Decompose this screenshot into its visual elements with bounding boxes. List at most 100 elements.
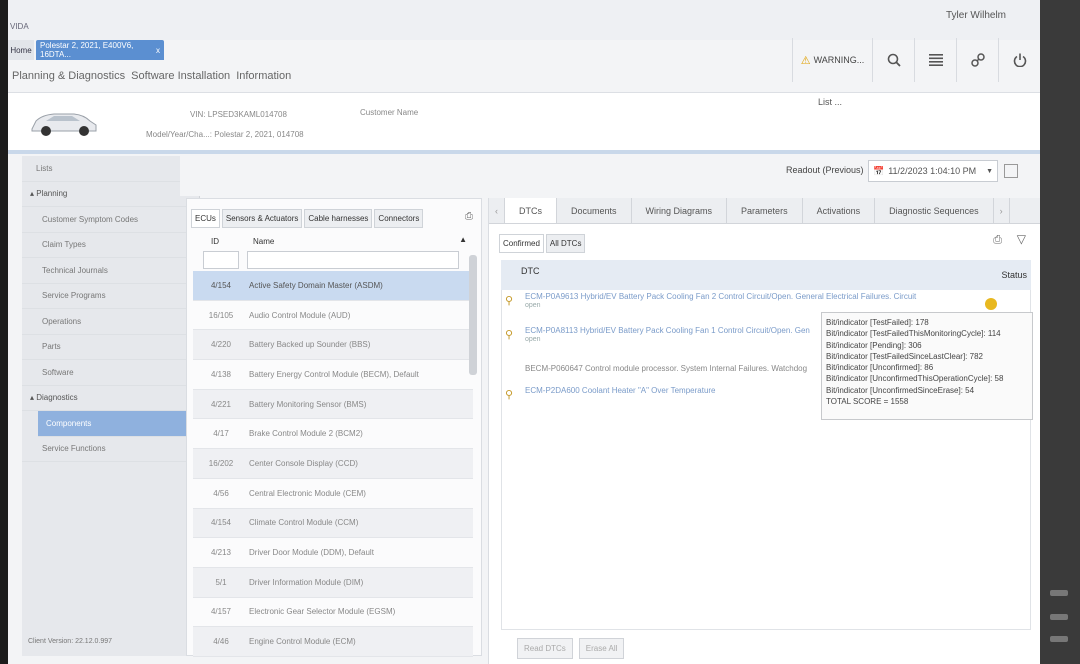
column-dtc[interactable]: DTC: [521, 266, 540, 276]
sidebar-item-customer-symptom-codes[interactable]: Customer Symptom Codes: [22, 207, 199, 233]
ecu-list: 4/154 Active Safety Domain Master (ASDM) …: [193, 271, 473, 657]
tab-parameters[interactable]: Parameters: [727, 198, 803, 223]
monitor-button[interactable]: [1050, 636, 1068, 642]
print-icon[interactable]: ⎙: [993, 234, 1002, 247]
ecu-id: 4/154: [210, 280, 232, 290]
sidebar-item-components[interactable]: Components: [38, 411, 199, 437]
monitor-button[interactable]: [1050, 614, 1068, 620]
dtc-type-icon: ⚲: [505, 329, 514, 341]
tab-confirmed[interactable]: Confirmed: [499, 234, 544, 253]
column-name[interactable]: Name: [253, 237, 274, 246]
table-row[interactable]: 16/105 Audio Control Module (AUD): [193, 301, 473, 331]
sidebar-item-claim-types[interactable]: Claim Types: [22, 233, 199, 258]
table-row[interactable]: 4/213 Driver Door Module (DDM), Default: [193, 538, 473, 568]
column-status[interactable]: Status: [1001, 270, 1027, 280]
client-version: Client Version: 22.12.0.997: [28, 638, 113, 645]
tab-cable-harnesses[interactable]: Cable harnesses: [304, 209, 373, 228]
nav-software-installation[interactable]: Software Installation: [131, 70, 230, 82]
search-button[interactable]: [872, 38, 914, 82]
monitor-button[interactable]: [1050, 590, 1068, 596]
tab-all-dtcs[interactable]: All DTCs: [545, 234, 586, 253]
tab-connectors[interactable]: Connectors: [374, 209, 424, 228]
dtc-panel: ‹ DTCs Documents Wiring Diagrams Paramet…: [488, 198, 1040, 664]
nav-information[interactable]: Information: [236, 70, 291, 82]
readout-select[interactable]: 📅 11/2/2023 1:04:10 PM ▼: [868, 160, 998, 182]
print-icon[interactable]: ⎙: [465, 211, 473, 222]
readout-value: 11/2/2023 1:04:10 PM: [888, 166, 977, 176]
table-row[interactable]: 4/220 Battery Backed up Sounder (BBS): [193, 330, 473, 361]
ecu-id: 4/46: [213, 637, 229, 647]
table-row[interactable]: 4/17 Brake Control Module 2 (BCM2): [193, 419, 473, 450]
sidebar-item-lists[interactable]: Lists: [22, 156, 199, 182]
tab-ecus[interactable]: ECUs: [191, 209, 220, 228]
menu-button[interactable]: [914, 38, 956, 82]
nav-planning-diagnostics[interactable]: Planning & Diagnostics: [12, 70, 125, 82]
tab-wiring-diagrams[interactable]: Wiring Diagrams: [632, 198, 728, 223]
tab-sensors-actuators[interactable]: Sensors & Actuators: [221, 209, 303, 228]
sidebar-item-service-programs[interactable]: Service Programs: [22, 284, 199, 309]
table-row[interactable]: 4/221 Battery Monitoring Sensor (BMS): [193, 389, 473, 420]
ecu-id: 4/56: [213, 488, 229, 498]
erase-all-button[interactable]: Erase All: [578, 638, 625, 659]
model-year-label: Model/Year/Cha...: Polestar 2, 2021, 014…: [146, 130, 304, 139]
column-id[interactable]: ID: [211, 237, 219, 246]
dtc-panel-tabs: ‹ DTCs Documents Wiring Diagrams Paramet…: [489, 198, 1040, 224]
dtc-type-icon: ⚲: [505, 389, 514, 401]
ecu-name: Climate Control Module (CCM): [249, 518, 359, 528]
power-icon: [1013, 53, 1026, 67]
sidebar-section-diagnostics[interactable]: ▴ Diagnostics: [22, 386, 199, 411]
table-row[interactable]: 4/56 Central Electronic Module (CEM): [193, 479, 473, 509]
sidebar-item-parts[interactable]: Parts: [22, 335, 199, 360]
components-tabs: ECUs Sensors & Actuators Cable harnesses…: [191, 209, 424, 228]
table-row[interactable]: 5/1 Driver Information Module (DIM): [193, 567, 473, 598]
car-image: [31, 113, 97, 136]
dtc-subtext: open: [525, 302, 541, 309]
sidebar-item-operations[interactable]: Operations: [22, 309, 199, 335]
close-icon[interactable]: x: [156, 46, 160, 55]
sort-up-icon[interactable]: ▲: [459, 235, 467, 244]
sidebar-item-service-functions[interactable]: Service Functions: [22, 437, 199, 462]
tab-diagnostic-sequences[interactable]: Diagnostic Sequences: [875, 198, 994, 223]
scrollbar[interactable]: [469, 255, 477, 375]
id-filter-input[interactable]: [203, 251, 239, 269]
tab-activations[interactable]: Activations: [803, 198, 876, 223]
tab-vehicle[interactable]: Polestar 2, 2021, E400V6, 16DTA... x: [36, 40, 164, 60]
sidebar-item-software[interactable]: Software: [22, 360, 199, 386]
tab-home[interactable]: Home: [8, 40, 34, 60]
list-link[interactable]: List ...: [818, 97, 842, 107]
filter-icon[interactable]: ▽: [1017, 232, 1026, 246]
table-row[interactable]: 4/46 Engine Control Module (ECM): [193, 627, 473, 657]
ecu-table-header: ID Name ▲: [195, 235, 475, 249]
sidebar-item-technical-journals[interactable]: Technical Journals: [22, 258, 199, 284]
connection-button[interactable]: [956, 38, 998, 82]
dtc-type-icon: ⚲: [505, 295, 514, 307]
readout-label: Readout (Previous): [786, 165, 864, 175]
chevron-right-icon[interactable]: ›: [994, 198, 1010, 223]
table-row[interactable]: 4/138 Battery Energy Control Module (BECM…: [193, 360, 473, 390]
top-header: VIDA Tyler Wilhelm: [8, 0, 1040, 40]
ecu-name: Active Safety Domain Master (ASDM): [249, 280, 383, 290]
ecu-id: 4/17: [213, 429, 229, 439]
sidebar-section-planning[interactable]: ▴ Planning: [22, 182, 199, 207]
read-dtcs-button[interactable]: Read DTCs: [517, 638, 573, 659]
chevron-left-icon[interactable]: ‹: [489, 198, 505, 223]
ecu-id: 4/220: [210, 340, 232, 350]
ecu-name: Central Electronic Module (CEM): [249, 488, 366, 498]
tab-documents[interactable]: Documents: [557, 198, 632, 223]
tab-dtcs[interactable]: DTCs: [505, 198, 557, 223]
main-nav: Planning & Diagnostics Software Installa…: [12, 70, 291, 82]
table-row[interactable]: 4/154 Climate Control Module (CCM): [193, 508, 473, 539]
ecu-name: Center Console Display (CCD): [249, 458, 358, 468]
table-row[interactable]: 4/154 Active Safety Domain Master (ASDM): [193, 271, 473, 301]
chevron-down-icon: ▼: [986, 167, 993, 175]
ecu-name: Engine Control Module (ECM): [249, 637, 356, 647]
readout-options-icon[interactable]: [1004, 164, 1018, 178]
warning-button[interactable]: ⚠ WARNING...: [792, 38, 872, 82]
power-button[interactable]: [998, 38, 1040, 82]
search-icon: [887, 53, 901, 67]
table-row[interactable]: 16/202 Center Console Display (CCD): [193, 449, 473, 479]
name-filter-input[interactable]: [247, 251, 459, 269]
dtc-table-header: DTC Status: [501, 260, 1031, 290]
table-row[interactable]: 4/157 Electronic Gear Selector Module (EG…: [193, 598, 473, 628]
screen: VIDA Tyler Wilhelm Home Polestar 2, 2021…: [8, 0, 1040, 664]
